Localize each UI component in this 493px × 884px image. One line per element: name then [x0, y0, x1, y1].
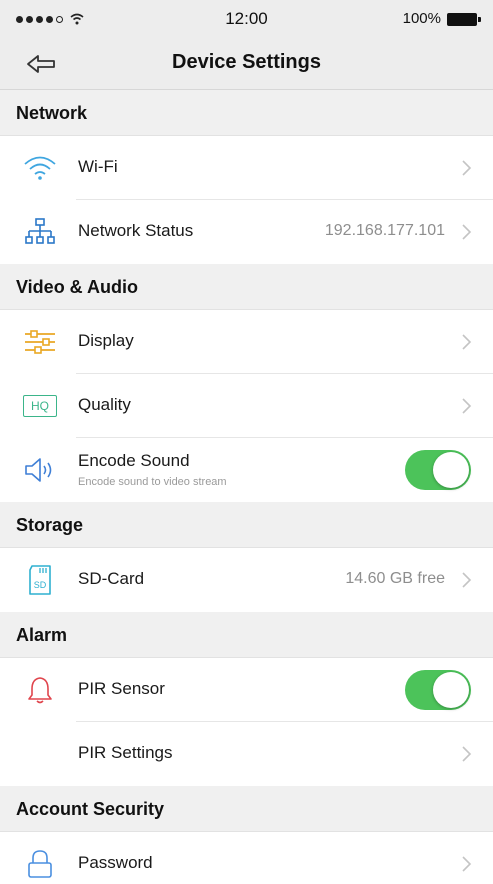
wifi-icon [22, 152, 58, 184]
section-title: Alarm [16, 625, 68, 645]
row-pir-settings[interactable]: PIR Settings [0, 722, 493, 786]
row-sublabel: Encode sound to video stream [78, 476, 227, 488]
row-encode-sound: Encode Sound Encode sound to video strea… [0, 438, 493, 502]
chevron-right-icon [462, 856, 472, 872]
row-label: PIR Sensor [78, 679, 165, 698]
section-header-network: Network [0, 90, 493, 136]
section-header-account-security: Account Security [0, 786, 493, 832]
row-label: Network Status [78, 221, 194, 240]
lock-icon [22, 848, 58, 880]
chevron-right-icon [462, 746, 472, 762]
row-label: Encode Sound [78, 451, 190, 470]
sd-label: SD [34, 580, 47, 590]
section-header-alarm: Alarm [0, 612, 493, 658]
battery-percent: 100% [402, 10, 441, 27]
row-pir-sensor: PIR Sensor [0, 658, 493, 722]
chevron-right-icon [462, 160, 472, 176]
row-display[interactable]: Display [0, 310, 493, 374]
row-wifi[interactable]: Wi-Fi [0, 136, 493, 200]
section-title: Network [16, 103, 88, 123]
pir-sensor-toggle[interactable] [405, 670, 471, 710]
network-topology-icon [22, 216, 58, 248]
hq-quality-icon: HQ [22, 390, 58, 422]
section-header-video-audio: Video & Audio [0, 264, 493, 310]
row-label: SD-Card [78, 569, 145, 588]
encode-sound-toggle[interactable] [405, 450, 471, 490]
chevron-right-icon [462, 572, 472, 588]
sd-free-space-value: 14.60 GB free [345, 570, 445, 587]
row-label: PIR Settings [78, 743, 173, 762]
section-title: Account Security [16, 799, 165, 819]
row-network-status[interactable]: Network Status 192.168.177.101 [0, 200, 493, 264]
chevron-right-icon [462, 398, 472, 414]
row-quality[interactable]: HQ Quality [0, 374, 493, 438]
row-password[interactable]: Password [0, 832, 493, 884]
section-title: Storage [16, 515, 84, 535]
row-sd-card[interactable]: SD SD-Card 14.60 GB free [0, 548, 493, 612]
section-header-storage: Storage [0, 502, 493, 548]
speaker-icon [22, 454, 58, 486]
row-label: Password [78, 853, 153, 872]
sd-card-icon: SD [22, 564, 58, 596]
display-adjust-icon [22, 326, 58, 358]
chevron-right-icon [462, 334, 472, 350]
row-label: Quality [78, 395, 131, 414]
ip-address-value: 192.168.177.101 [324, 222, 445, 239]
hq-label: HQ [31, 399, 49, 413]
page-title: Device Settings [172, 51, 321, 73]
battery-icon [447, 13, 481, 26]
row-label: Display [78, 331, 134, 350]
chevron-right-icon [462, 224, 472, 240]
nav-bar: Device Settings [0, 38, 493, 90]
alarm-bell-icon [22, 674, 58, 706]
status-bar: 12:00 100% [0, 0, 493, 38]
section-title: Video & Audio [16, 277, 139, 297]
row-label: Wi-Fi [78, 157, 118, 176]
